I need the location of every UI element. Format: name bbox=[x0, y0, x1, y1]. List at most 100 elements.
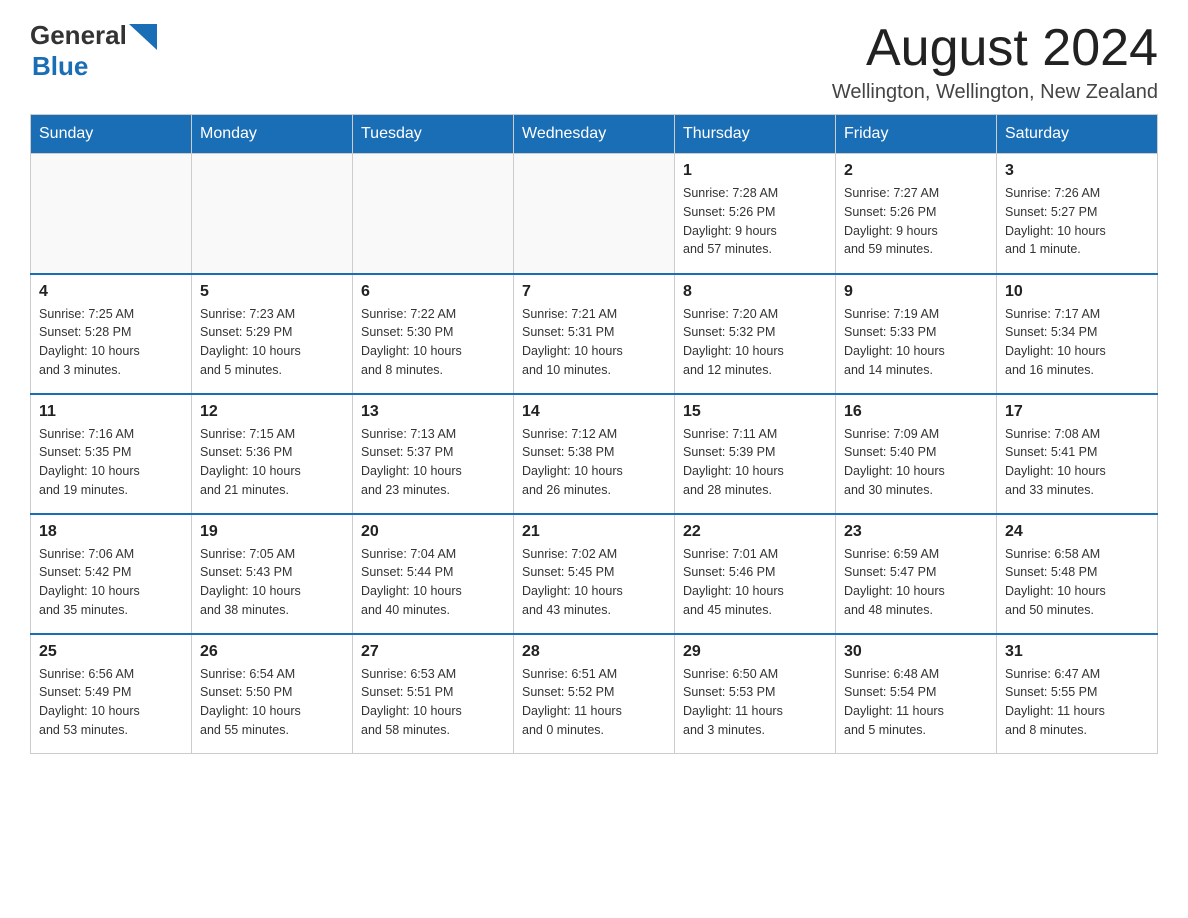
day-number: 15 bbox=[683, 403, 827, 421]
day-number: 8 bbox=[683, 283, 827, 301]
day-info: Sunrise: 7:26 AM Sunset: 5:27 PM Dayligh… bbox=[1005, 184, 1149, 259]
day-info: Sunrise: 6:47 AM Sunset: 5:55 PM Dayligh… bbox=[1005, 665, 1149, 740]
calendar-day-cell bbox=[514, 154, 675, 274]
day-number: 10 bbox=[1005, 283, 1149, 301]
day-number: 23 bbox=[844, 523, 988, 541]
calendar-day-cell: 11Sunrise: 7:16 AM Sunset: 5:35 PM Dayli… bbox=[31, 394, 192, 514]
calendar-day-cell: 12Sunrise: 7:15 AM Sunset: 5:36 PM Dayli… bbox=[192, 394, 353, 514]
day-info: Sunrise: 7:02 AM Sunset: 5:45 PM Dayligh… bbox=[522, 545, 666, 620]
calendar-header-sunday: Sunday bbox=[31, 115, 192, 154]
day-info: Sunrise: 6:51 AM Sunset: 5:52 PM Dayligh… bbox=[522, 665, 666, 740]
day-info: Sunrise: 6:50 AM Sunset: 5:53 PM Dayligh… bbox=[683, 665, 827, 740]
calendar-day-cell: 28Sunrise: 6:51 AM Sunset: 5:52 PM Dayli… bbox=[514, 634, 675, 754]
calendar-week-row: 25 Sunrise: 6:56 AM Sunset: 5:49 PM Dayli… bbox=[31, 634, 1158, 754]
calendar-day-cell: 20 Sunrise: 7:04 AM Sunset: 5:44 PM Dayli… bbox=[353, 514, 514, 634]
calendar-day-cell: 31 Sunrise: 6:47 AM Sunset: 5:55 PM Dayli… bbox=[997, 634, 1158, 754]
calendar-day-cell: 29Sunrise: 6:50 AM Sunset: 5:53 PM Dayli… bbox=[675, 634, 836, 754]
calendar-day-cell: 1 Sunrise: 7:28 AM Sunset: 5:26 PM Daylig… bbox=[675, 154, 836, 274]
calendar-day-cell: 30 Sunrise: 6:48 AM Sunset: 5:54 PM Dayli… bbox=[836, 634, 997, 754]
calendar-header-friday: Friday bbox=[836, 115, 997, 154]
calendar-day-cell: 5 Sunrise: 7:23 AM Sunset: 5:29 PM Daylig… bbox=[192, 274, 353, 394]
day-info: Sunrise: 7:28 AM Sunset: 5:26 PM Dayligh… bbox=[683, 184, 827, 259]
calendar-day-cell: 3 Sunrise: 7:26 AM Sunset: 5:27 PM Daylig… bbox=[997, 154, 1158, 274]
calendar-day-cell: 27 Sunrise: 6:53 AM Sunset: 5:51 PM Dayli… bbox=[353, 634, 514, 754]
day-number: 6 bbox=[361, 283, 505, 301]
day-number: 7 bbox=[522, 283, 666, 301]
day-info: Sunrise: 7:23 AM Sunset: 5:29 PM Dayligh… bbox=[200, 305, 344, 380]
day-number: 30 bbox=[844, 643, 988, 661]
title-section: August 2024 Wellington, Wellington, New … bbox=[832, 20, 1158, 104]
day-info: Sunrise: 6:59 AM Sunset: 5:47 PM Dayligh… bbox=[844, 545, 988, 620]
day-info: Sunrise: 6:53 AM Sunset: 5:51 PM Dayligh… bbox=[361, 665, 505, 740]
day-info: Sunrise: 7:27 AM Sunset: 5:26 PM Dayligh… bbox=[844, 184, 988, 259]
logo-blue-text: Blue bbox=[32, 51, 88, 82]
calendar-day-cell: 24 Sunrise: 6:58 AM Sunset: 5:48 PM Dayli… bbox=[997, 514, 1158, 634]
day-number: 27 bbox=[361, 643, 505, 661]
calendar-day-cell: 19Sunrise: 7:05 AM Sunset: 5:43 PM Dayli… bbox=[192, 514, 353, 634]
calendar-day-cell: 10 Sunrise: 7:17 AM Sunset: 5:34 PM Dayli… bbox=[997, 274, 1158, 394]
page-header: General Blue August 2024 Wellington, Wel… bbox=[30, 20, 1158, 104]
day-number: 16 bbox=[844, 403, 988, 421]
day-info: Sunrise: 7:17 AM Sunset: 5:34 PM Dayligh… bbox=[1005, 305, 1149, 380]
day-info: Sunrise: 6:58 AM Sunset: 5:48 PM Dayligh… bbox=[1005, 545, 1149, 620]
calendar-day-cell bbox=[31, 154, 192, 274]
day-info: Sunrise: 7:06 AM Sunset: 5:42 PM Dayligh… bbox=[39, 545, 183, 620]
day-number: 25 bbox=[39, 643, 183, 661]
day-number: 22 bbox=[683, 523, 827, 541]
day-info: Sunrise: 7:08 AM Sunset: 5:41 PM Dayligh… bbox=[1005, 425, 1149, 500]
calendar-day-cell: 13Sunrise: 7:13 AM Sunset: 5:37 PM Dayli… bbox=[353, 394, 514, 514]
calendar-header-tuesday: Tuesday bbox=[353, 115, 514, 154]
logo: General Blue bbox=[30, 20, 157, 82]
day-info: Sunrise: 7:19 AM Sunset: 5:33 PM Dayligh… bbox=[844, 305, 988, 380]
day-number: 3 bbox=[1005, 162, 1149, 180]
day-info: Sunrise: 7:20 AM Sunset: 5:32 PM Dayligh… bbox=[683, 305, 827, 380]
day-number: 31 bbox=[1005, 643, 1149, 661]
day-number: 17 bbox=[1005, 403, 1149, 421]
day-info: Sunrise: 7:01 AM Sunset: 5:46 PM Dayligh… bbox=[683, 545, 827, 620]
day-info: Sunrise: 6:56 AM Sunset: 5:49 PM Dayligh… bbox=[39, 665, 183, 740]
day-info: Sunrise: 7:25 AM Sunset: 5:28 PM Dayligh… bbox=[39, 305, 183, 380]
day-number: 5 bbox=[200, 283, 344, 301]
calendar-day-cell: 14 Sunrise: 7:12 AM Sunset: 5:38 PM Dayli… bbox=[514, 394, 675, 514]
day-number: 20 bbox=[361, 523, 505, 541]
calendar-day-cell: 6Sunrise: 7:22 AM Sunset: 5:30 PM Daylig… bbox=[353, 274, 514, 394]
calendar-day-cell: 9 Sunrise: 7:19 AM Sunset: 5:33 PM Daylig… bbox=[836, 274, 997, 394]
calendar-day-cell: 21 Sunrise: 7:02 AM Sunset: 5:45 PM Dayli… bbox=[514, 514, 675, 634]
calendar-day-cell: 8 Sunrise: 7:20 AM Sunset: 5:32 PM Daylig… bbox=[675, 274, 836, 394]
day-number: 24 bbox=[1005, 523, 1149, 541]
calendar-day-cell: 16 Sunrise: 7:09 AM Sunset: 5:40 PM Dayli… bbox=[836, 394, 997, 514]
day-number: 18 bbox=[39, 523, 183, 541]
calendar-day-cell: 17 Sunrise: 7:08 AM Sunset: 5:41 PM Dayli… bbox=[997, 394, 1158, 514]
day-number: 4 bbox=[39, 283, 183, 301]
calendar-day-cell: 7Sunrise: 7:21 AM Sunset: 5:31 PM Daylig… bbox=[514, 274, 675, 394]
calendar-week-row: 18 Sunrise: 7:06 AM Sunset: 5:42 PM Dayli… bbox=[31, 514, 1158, 634]
calendar-header-saturday: Saturday bbox=[997, 115, 1158, 154]
day-number: 14 bbox=[522, 403, 666, 421]
calendar-week-row: 11Sunrise: 7:16 AM Sunset: 5:35 PM Dayli… bbox=[31, 394, 1158, 514]
calendar-day-cell: 2Sunrise: 7:27 AM Sunset: 5:26 PM Daylig… bbox=[836, 154, 997, 274]
logo-general-text: General bbox=[30, 20, 127, 51]
day-info: Sunrise: 7:12 AM Sunset: 5:38 PM Dayligh… bbox=[522, 425, 666, 500]
calendar-header-monday: Monday bbox=[192, 115, 353, 154]
day-info: Sunrise: 6:48 AM Sunset: 5:54 PM Dayligh… bbox=[844, 665, 988, 740]
calendar-day-cell: 26Sunrise: 6:54 AM Sunset: 5:50 PM Dayli… bbox=[192, 634, 353, 754]
calendar-day-cell: 25 Sunrise: 6:56 AM Sunset: 5:49 PM Dayli… bbox=[31, 634, 192, 754]
calendar-day-cell: 18 Sunrise: 7:06 AM Sunset: 5:42 PM Dayli… bbox=[31, 514, 192, 634]
calendar-week-row: 4 Sunrise: 7:25 AM Sunset: 5:28 PM Daylig… bbox=[31, 274, 1158, 394]
day-info: Sunrise: 7:04 AM Sunset: 5:44 PM Dayligh… bbox=[361, 545, 505, 620]
calendar-day-cell: 22 Sunrise: 7:01 AM Sunset: 5:46 PM Dayli… bbox=[675, 514, 836, 634]
day-number: 1 bbox=[683, 162, 827, 180]
day-info: Sunrise: 7:15 AM Sunset: 5:36 PM Dayligh… bbox=[200, 425, 344, 500]
day-number: 21 bbox=[522, 523, 666, 541]
day-info: Sunrise: 7:13 AM Sunset: 5:37 PM Dayligh… bbox=[361, 425, 505, 500]
day-info: Sunrise: 7:05 AM Sunset: 5:43 PM Dayligh… bbox=[200, 545, 344, 620]
calendar-table: SundayMondayTuesdayWednesdayThursdayFrid… bbox=[30, 114, 1158, 754]
day-number: 26 bbox=[200, 643, 344, 661]
calendar-week-row: 1 Sunrise: 7:28 AM Sunset: 5:26 PM Daylig… bbox=[31, 154, 1158, 274]
calendar-header-thursday: Thursday bbox=[675, 115, 836, 154]
calendar-day-cell: 23 Sunrise: 6:59 AM Sunset: 5:47 PM Dayli… bbox=[836, 514, 997, 634]
day-info: Sunrise: 7:09 AM Sunset: 5:40 PM Dayligh… bbox=[844, 425, 988, 500]
day-number: 9 bbox=[844, 283, 988, 301]
calendar-day-cell bbox=[353, 154, 514, 274]
day-info: Sunrise: 7:11 AM Sunset: 5:39 PM Dayligh… bbox=[683, 425, 827, 500]
